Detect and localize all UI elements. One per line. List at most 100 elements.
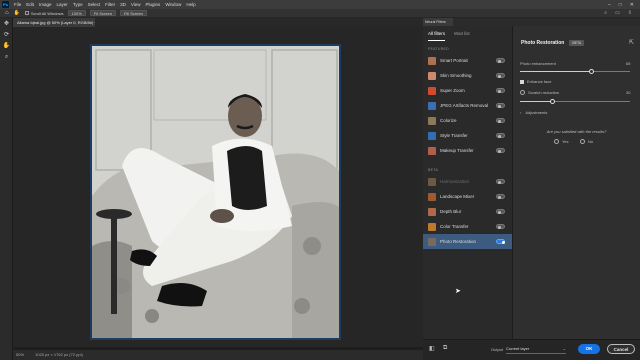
scratch-reduction-slider[interactable] [520,99,630,104]
photo-enhancement-knob[interactable] [588,69,594,74]
filter-thumbnail-icon [428,56,436,65]
fill-screen-button[interactable]: Fill Screen [120,10,147,16]
history-icon[interactable]: ⧉ [443,345,447,352]
menu-edit[interactable]: Edit [26,2,34,7]
filter-toggle[interactable] [496,148,505,153]
hand-tool-icon[interactable]: ✋ [2,42,11,51]
menu-help[interactable]: Help [186,2,195,7]
menu-select[interactable]: Select [88,2,101,7]
filter-toggle[interactable] [496,209,505,214]
zoom-tool-icon[interactable]: ⌕ [2,53,11,62]
zoom-100-button[interactable]: 100% [67,10,86,16]
filter-toggle[interactable] [496,118,505,123]
filter-detail-pane: Photo Restoration BETA ⇱ Photo enhanceme… [513,26,640,360]
chevron-right-icon: › [520,110,522,115]
share-icon[interactable]: ⇪ [628,10,632,16]
filter-toggle[interactable] [496,133,505,138]
portrait-image [92,46,339,338]
home-icon[interactable]: ⌂ [5,10,9,16]
neural-filters-footer: ◧ ⧉ Output Current layer ⌄ OK Cancel [423,339,640,360]
window-controls: – □ ✕ [608,2,634,8]
filter-toggle[interactable] [496,103,505,108]
fit-screen-button[interactable]: Fit Screen [89,10,117,16]
menu-view[interactable]: View [131,2,141,7]
filter-toggle[interactable] [496,194,505,199]
status-bar: 50% 1020 px × 1762 px (72 ppi) [13,350,423,360]
document-tab[interactable]: Allama Iqbal.jpg @ 50% (Layer 0, RGB/8#)… [13,18,95,27]
adjustments-row[interactable]: › Adjustments [520,110,547,115]
enhance-face-row: Enhance face [520,79,551,84]
filter-item[interactable]: Landscape Mixer [423,189,512,204]
filter-toggle[interactable] [496,239,505,244]
filter-label: Style Transfer [440,133,468,138]
filter-label: Colorize [440,118,457,123]
filter-toggle[interactable] [496,58,505,63]
menu-plugins[interactable]: Plugins [146,2,161,7]
export-icon[interactable]: ⇱ [629,39,634,46]
move-tool-icon[interactable]: ✥ [2,20,11,29]
filter-toggle[interactable] [496,224,505,229]
menu-type[interactable]: Type [73,2,83,7]
ok-button[interactable]: OK [578,344,600,354]
filter-item[interactable]: Photo Restoration [423,234,512,249]
filter-item[interactable]: JPEG Artifacts Removal [423,98,512,113]
filter-toggle[interactable] [496,88,505,93]
status-document-size: 1020 px × 1762 px (72 ppi) [35,352,83,357]
feedback-yes-label: Yes [562,139,569,144]
filter-item[interactable]: Smart Portrait [423,53,512,68]
scroll-all-windows-checkbox[interactable] [24,11,29,15]
featured-section-label: FEATURED [428,47,450,51]
tab-all-filters[interactable]: All filters [428,26,446,41]
feedback-yes-option[interactable]: Yes [554,139,569,144]
rotate-view-icon[interactable]: ⟳ [2,31,11,40]
enhance-face-label: Enhance face [527,79,552,84]
scratch-reduction-row: Scratch reduction [520,90,559,95]
enhance-face-checkbox[interactable] [520,79,524,84]
filter-item[interactable]: Depth Blur [423,204,512,219]
filter-item[interactable]: Color Transfer [423,219,512,234]
maximize-icon[interactable]: □ [619,2,622,8]
filter-label: Smart Portrait [440,58,468,63]
filter-item[interactable]: Harmonization [423,174,512,189]
filter-item[interactable]: Super Zoom [423,83,512,98]
menu-image[interactable]: Image [39,2,52,7]
filter-item[interactable]: Skin Smoothing [423,68,512,83]
feedback-no-option[interactable]: No [580,139,593,144]
document-photo[interactable] [90,44,341,340]
feedback-yes-radio[interactable] [554,139,559,144]
cancel-button[interactable]: Cancel [607,344,635,354]
detail-header: Photo Restoration BETA [521,40,585,46]
filter-item[interactable]: Colorize [423,113,512,128]
filter-thumbnail-icon [428,116,436,125]
status-zoom[interactable]: 50% [16,352,24,357]
menu-file[interactable]: File [14,2,21,7]
close-icon[interactable]: ✕ [630,2,634,8]
filter-item[interactable]: Makeup Transfer [423,143,512,158]
layers-icon[interactable]: ◧ [429,345,435,352]
photo-enhancement-value: 65 [626,61,631,66]
filter-thumbnail-icon [428,207,436,216]
filter-thumbnail-icon [428,146,436,155]
search-icon[interactable]: ⌕ [604,10,607,16]
photo-enhancement-slider[interactable] [520,69,630,74]
featured-filter-list: Smart Portrait Skin Smoothing Super Zoom JP… [423,53,512,158]
tab-wait-list[interactable]: Wait list [454,26,470,41]
workspace-icon[interactable]: ▭ [615,10,620,16]
filter-item[interactable]: Style Transfer [423,128,512,143]
scratch-reduction-knob[interactable] [550,99,555,104]
feedback-no-radio[interactable] [580,139,585,144]
feedback-question: Are you satisfied with the results? [546,129,607,134]
neural-filters-title: Neural Filters [423,18,453,26]
scratch-reduction-toggle-icon[interactable] [520,90,525,95]
menu-3d[interactable]: 3D [120,2,126,7]
menu-window[interactable]: Window [165,2,181,7]
output-select[interactable]: Current layer ⌄ [506,344,566,354]
filter-label: Harmonization [440,179,470,184]
menu-filter[interactable]: Filter [105,2,115,7]
filter-toggle[interactable] [496,73,505,78]
minimize-icon[interactable]: – [608,2,611,8]
hand-tool-icon[interactable]: ✋ [14,10,20,16]
detail-title: Photo Restoration [521,40,565,46]
output-select-value: Current layer [506,346,530,351]
menu-layer[interactable]: Layer [57,2,68,7]
